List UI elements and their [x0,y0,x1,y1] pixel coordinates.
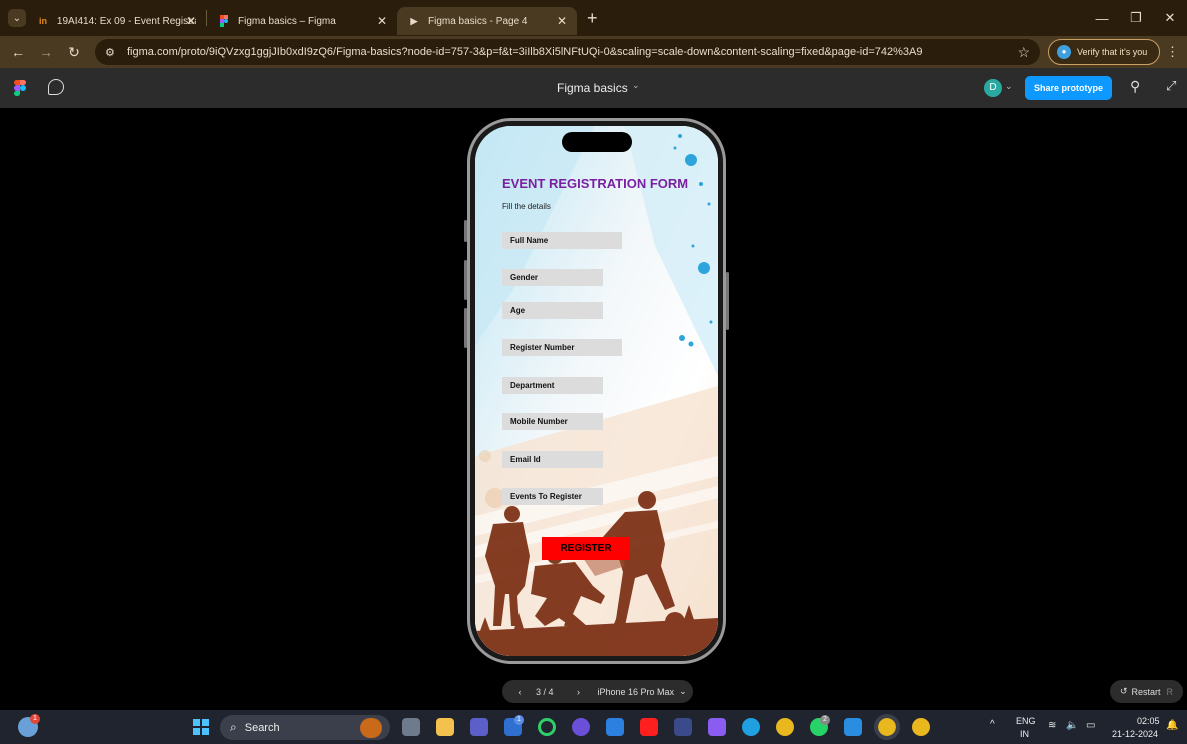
next-frame-icon[interactable]: › [572,687,586,697]
chrome-active-icon[interactable] [874,714,900,740]
minimize-icon[interactable]: — [1085,11,1119,26]
notification-bell-icon[interactable]: 🔔 [1166,720,1178,731]
profile-icon: ● [1057,45,1071,59]
bookmark-star-icon[interactable]: ☆ [1017,44,1030,61]
browser-toolbar: ← → ↻ ⚙ figma.com/proto/9iQVzxg1ggjJIb0x… [0,36,1187,68]
store-icon[interactable] [606,718,624,736]
age-field[interactable]: Age [502,302,603,319]
youtube-icon[interactable] [640,718,658,736]
chevron-down-icon[interactable]: ⌄ [1005,81,1013,92]
task-view-icon[interactable] [402,718,420,736]
windows-taskbar: 1 ⌕ Search 1 2 ^ ENG IN ≋ 🔈 ▭ 02:05 21-1… [0,710,1187,744]
weather-badge: 1 [30,714,40,724]
settings-sliders-icon[interactable]: ⚲ [1130,78,1140,95]
back-icon[interactable]: ← [4,44,32,60]
browser-menu-icon[interactable]: ⋮ [1166,44,1179,60]
volume-muted-icon[interactable]: 🔈 [1066,720,1078,731]
app-badge: 1 [514,715,524,725]
address-bar[interactable]: ⚙ figma.com/proto/9iQVzxg1ggjJIb0xdI9zQ6… [95,39,1040,65]
language-code[interactable]: ENG [1016,716,1036,726]
tab-title: Figma basics – Figma [238,15,336,27]
close-window-icon[interactable]: ✕ [1153,10,1187,26]
department-field[interactable]: Department [502,377,603,394]
tab-event-registration[interactable]: in 19AI414: Ex 09 - Event Registrat ✕ [26,7,206,35]
region-code: IN [1020,729,1029,739]
battery-icon[interactable]: ▭ [1086,720,1095,731]
clock-time[interactable]: 02:05 [1137,716,1160,726]
restart-button[interactable]: ↺ Restart R [1110,680,1183,703]
file-title[interactable]: Figma basics [557,81,628,95]
copilot-icon[interactable] [572,718,590,736]
browser-tab-bar: ⌄ in 19AI414: Ex 09 - Event Registrat ✕ … [0,0,1187,36]
full-name-field[interactable]: Full Name [502,232,622,249]
figma-logo-icon[interactable] [14,80,26,96]
mobile-number-field[interactable]: Mobile Number [502,413,603,430]
figma-prototype-toolbar: Figma basics ⌄ D ⌄ Share prototype ⚲ ⤢ [0,68,1187,108]
chevron-down-icon[interactable]: ⌄ [679,686,687,697]
search-highlight-icon [360,717,382,738]
figma-favicon-icon [217,14,231,28]
register-button[interactable]: REGISTER [542,537,630,560]
vscode-icon[interactable] [844,718,862,736]
tab-title: Figma basics - Page 4 [428,15,528,27]
share-prototype-button[interactable]: Share prototype [1025,76,1112,100]
restart-label: Restart [1131,686,1161,697]
teams-icon[interactable] [470,718,488,736]
whatsapp-badge: 2 [820,715,830,725]
email-id-field[interactable]: Email Id [502,451,603,468]
tray-overflow-icon[interactable]: ^ [990,719,995,730]
coursera-favicon-icon: in [38,16,47,26]
play-favicon-icon: ▶ [410,15,418,26]
fullscreen-icon[interactable]: ⤢ [1166,78,1176,94]
restart-shortcut: R [1166,686,1174,697]
device-selector[interactable]: iPhone 16 Pro Max [598,687,675,697]
register-number-field[interactable]: Register Number [502,339,622,356]
close-tab-icon[interactable]: ✕ [377,14,387,28]
search-label: Search [244,721,280,734]
phone-power-button [726,272,729,330]
ring-app-icon[interactable] [538,718,556,736]
search-icon: ⌕ [230,720,237,734]
previous-frame-icon[interactable]: ‹ [510,687,530,697]
prototype-pager: ‹ 3 / 4 › iPhone 16 Pro Max ⌄ [502,680,693,703]
chevron-down-icon[interactable]: ⌄ [632,80,640,91]
gender-field[interactable]: Gender [502,269,603,286]
page-indicator: 3 / 4 [536,686,554,697]
chrome-profile-icon[interactable] [912,718,930,736]
tab-figma-page4[interactable]: ▶ Figma basics - Page 4 ✕ [397,7,577,35]
start-windows-icon[interactable] [193,719,209,735]
avatar[interactable]: D [984,79,1002,97]
events-to-register-field[interactable]: Events To Register [502,488,603,505]
close-tab-icon[interactable]: ✕ [557,14,567,28]
new-tab-icon[interactable]: + [587,8,598,29]
edge-icon[interactable] [742,718,760,736]
url-text[interactable]: figma.com/proto/9iQVzxg1ggjJIb0xdI9zQ6/F… [127,46,1007,58]
verify-label: Verify that it's you [1077,47,1148,57]
taskbar-search[interactable]: ⌕ Search [220,715,390,740]
tab-figma-basics[interactable]: Figma basics – Figma ✕ [207,7,397,35]
verify-profile-button[interactable]: ● Verify that it's you [1048,39,1160,65]
site-settings-icon[interactable]: ⚙ [105,46,121,59]
close-tab-icon[interactable]: ✕ [186,14,196,28]
file-explorer-icon[interactable] [436,718,454,736]
tab-search-chevron-icon[interactable]: ⌄ [8,9,26,27]
restore-icon[interactable]: ❐ [1119,10,1153,26]
wifi-icon[interactable]: ≋ [1048,720,1056,731]
chrome-icon[interactable] [776,718,794,736]
phone-screen: EVENT REGISTRATION FORM Fill the details… [475,126,718,656]
clock-date[interactable]: 21-12-2024 [1112,729,1158,739]
form-subtitle: Fill the details [502,202,551,211]
forward-icon[interactable]: → [32,44,60,60]
reload-icon[interactable]: ↻ [60,44,88,61]
comment-icon[interactable] [48,79,64,95]
form-title: EVENT REGISTRATION FORM [502,176,689,191]
copilot-app-icon[interactable] [708,718,726,736]
restart-icon: ↺ [1119,686,1128,696]
tab-title: 19AI414: Ex 09 - Event Registrat [56,15,196,27]
window-controls: — ❐ ✕ [1085,0,1187,36]
app-icon[interactable] [674,718,692,736]
dynamic-island [562,132,632,152]
